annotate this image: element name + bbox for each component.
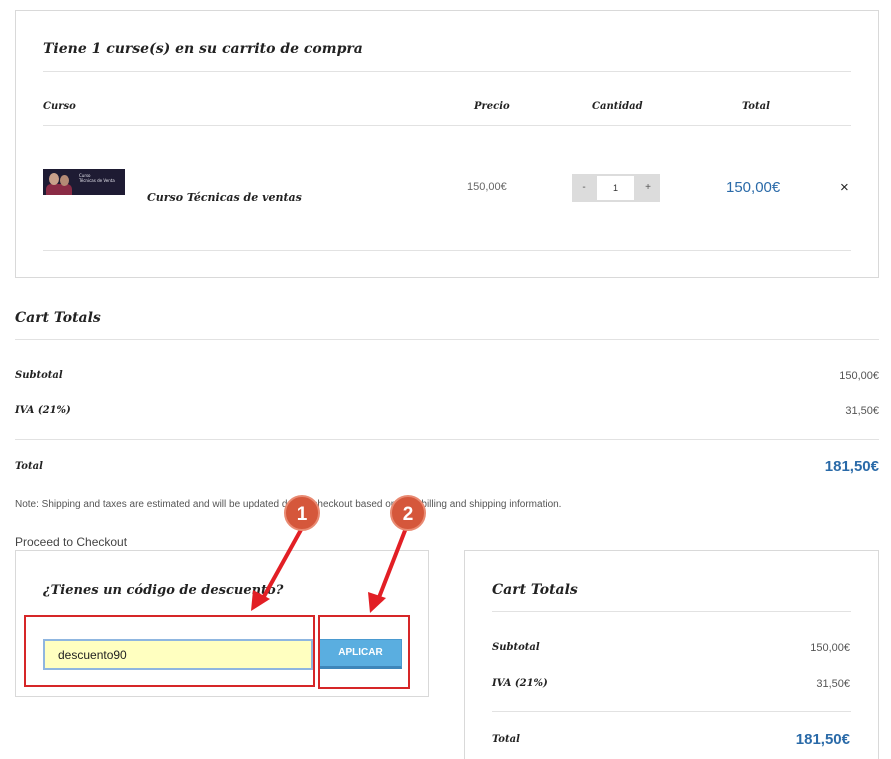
arrow-head — [368, 592, 386, 613]
annotation-arrows — [251, 527, 408, 613]
step-badge-1: 1 — [284, 495, 320, 531]
arrow-line — [376, 527, 408, 601]
step-badge-2: 2 — [390, 495, 426, 531]
arrow-line — [260, 527, 304, 601]
